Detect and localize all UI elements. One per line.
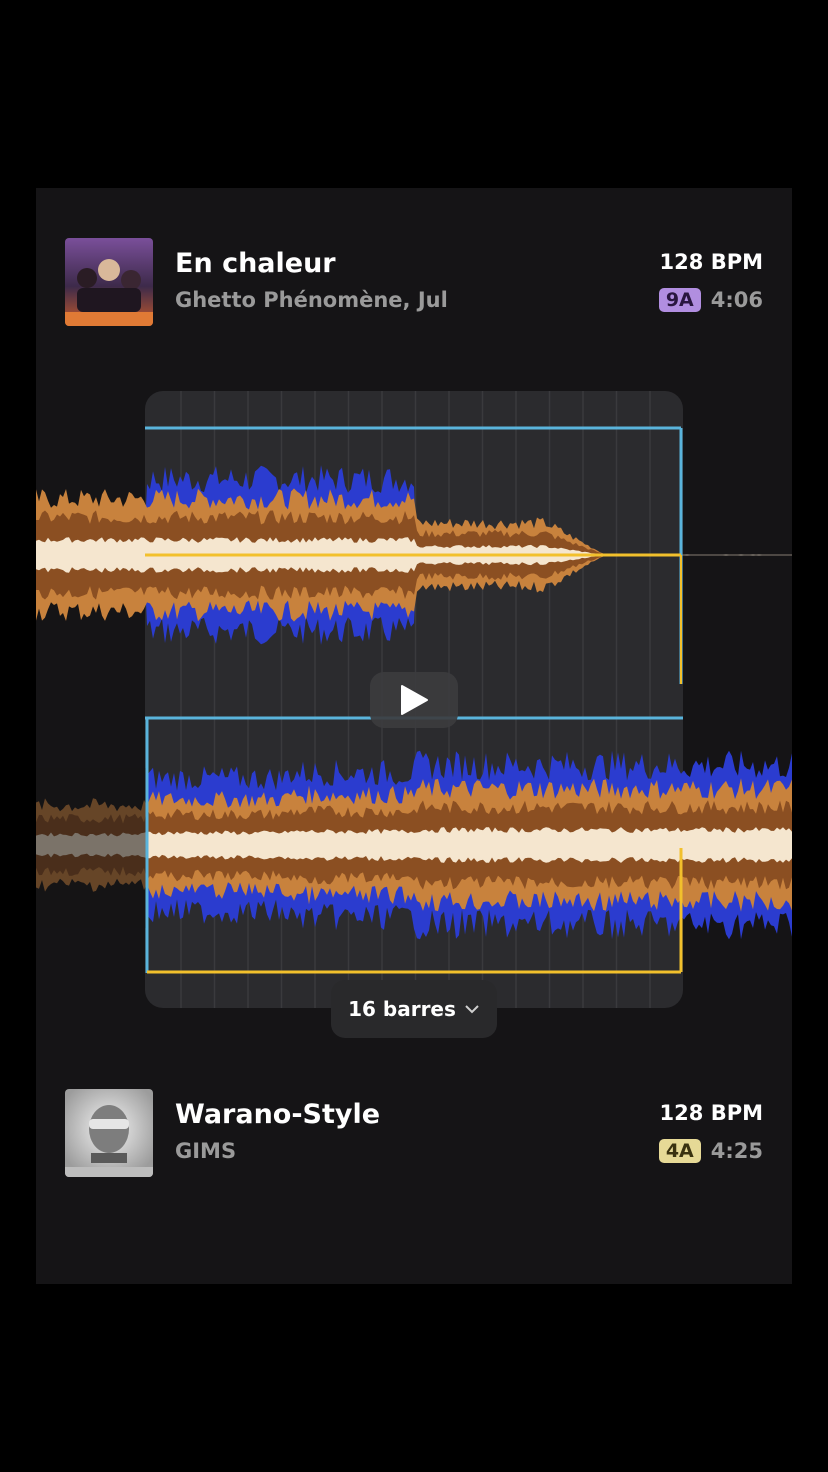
play-icon — [401, 685, 428, 715]
track-bpm-2: 128 BPM — [659, 1101, 763, 1125]
track-row-2[interactable]: Warano-Style GIMS 128 BPM 4A 4:25 — [65, 1089, 763, 1177]
key-badge-2: 4A — [658, 1139, 701, 1163]
album-cover-2 — [65, 1089, 153, 1177]
bars-dropdown[interactable]: 16 barres — [331, 980, 497, 1038]
track-title-2: Warano-Style — [175, 1099, 381, 1130]
bars-label: 16 barres — [348, 997, 456, 1021]
track-duration-2: 4:25 — [710, 1139, 763, 1163]
chevron-down-icon — [465, 1005, 479, 1014]
track-meta-2: 4A 4:25 — [658, 1139, 763, 1163]
transition-card: En chaleur Ghetto Phénomène, Jul 128 BPM… — [36, 188, 792, 1284]
play-button[interactable] — [370, 672, 458, 728]
track-artist-2: GIMS — [175, 1139, 237, 1163]
waveform-track-2 — [36, 750, 792, 940]
